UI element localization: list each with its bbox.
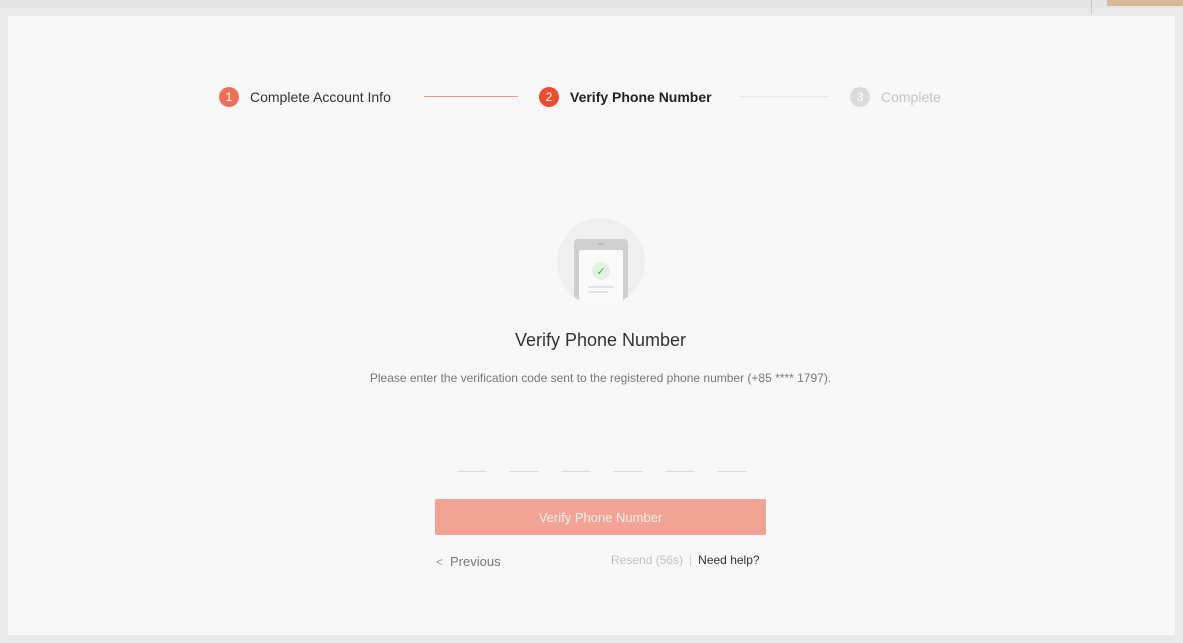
step-complete: 3 Complete — [850, 86, 941, 108]
link-separator: | — [689, 553, 693, 567]
step-verify-phone-number: 2 Verify Phone Number — [539, 86, 712, 108]
screen-line — [588, 286, 614, 288]
verification-code-input[interactable] — [457, 471, 769, 472]
step-label: Verify Phone Number — [570, 89, 712, 105]
step-connector-pending — [738, 96, 830, 97]
phone-speaker — [598, 243, 604, 245]
step-label: Complete Account Info — [250, 89, 391, 105]
code-digit-4[interactable] — [613, 471, 643, 472]
screen-line — [588, 291, 608, 293]
page-title: Verify Phone Number — [514, 330, 687, 350]
window-divider — [1091, 0, 1092, 14]
browser-top-strip — [0, 0, 1183, 8]
help-links: Resend (56s) | Need help? — [611, 553, 760, 567]
instruction-text: Please enter the verification code sent … — [369, 371, 832, 385]
phone-verified-icon: ✓ — [557, 218, 645, 306]
verify-phone-button[interactable]: Verify Phone Number — [435, 499, 766, 535]
step-complete-account-info: 1 Complete Account Info — [219, 86, 391, 108]
previous-label: Previous — [450, 554, 501, 569]
previous-button[interactable]: < Previous — [436, 554, 501, 569]
step-connector-done — [424, 96, 518, 97]
step-number-2: 2 — [539, 87, 559, 107]
verification-panel: 1 Complete Account Info 2 Verify Phone N… — [8, 16, 1175, 635]
step-number-1: 1 — [219, 87, 239, 107]
code-digit-3[interactable] — [561, 471, 591, 472]
phone-icon: ✓ — [574, 239, 628, 306]
step-label: Complete — [881, 89, 941, 105]
code-digit-5[interactable] — [665, 471, 695, 472]
step-number-3: 3 — [850, 87, 870, 107]
window-accent — [1107, 0, 1183, 6]
code-digit-1[interactable] — [457, 471, 487, 472]
resend-code-link[interactable]: Resend (56s) — [611, 553, 683, 567]
need-help-link[interactable]: Need help? — [698, 553, 759, 567]
phone-screen: ✓ — [579, 250, 623, 306]
code-digit-2[interactable] — [509, 471, 539, 472]
code-digit-6[interactable] — [717, 471, 747, 472]
progress-stepper: 1 Complete Account Info 2 Verify Phone N… — [8, 16, 1175, 176]
check-icon: ✓ — [592, 262, 610, 280]
chevron-left-icon: < — [436, 554, 444, 569]
